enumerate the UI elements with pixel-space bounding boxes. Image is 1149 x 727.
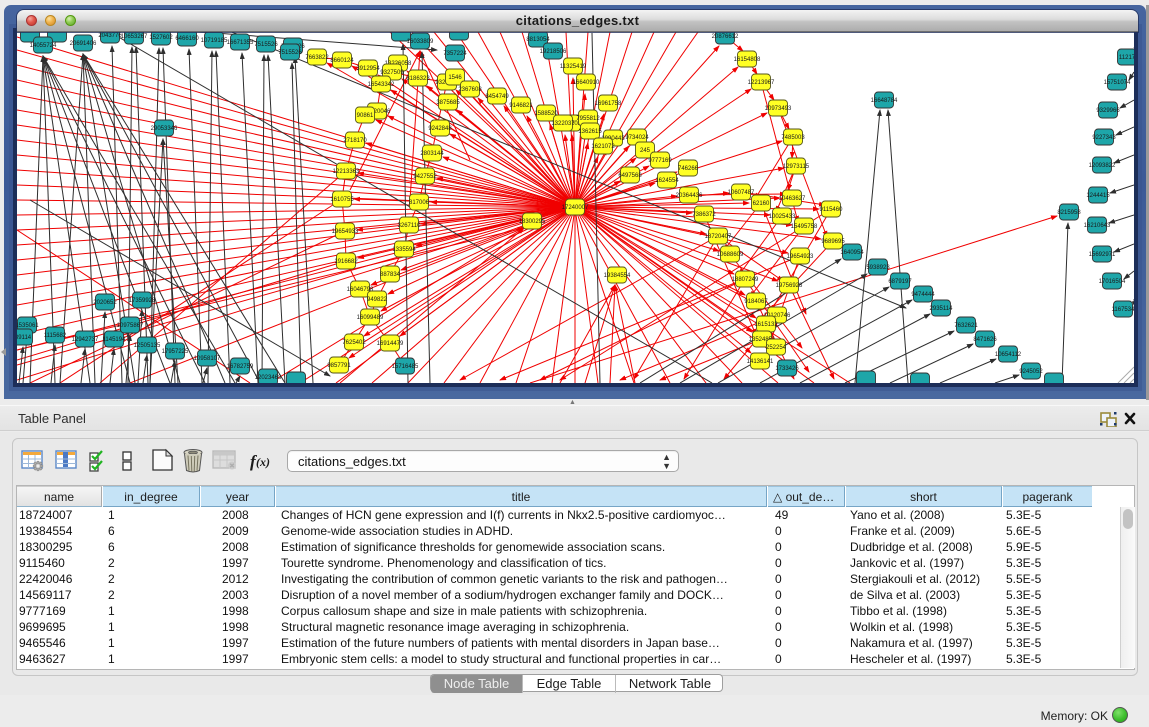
svg-text:(x): (x) <box>256 455 270 469</box>
